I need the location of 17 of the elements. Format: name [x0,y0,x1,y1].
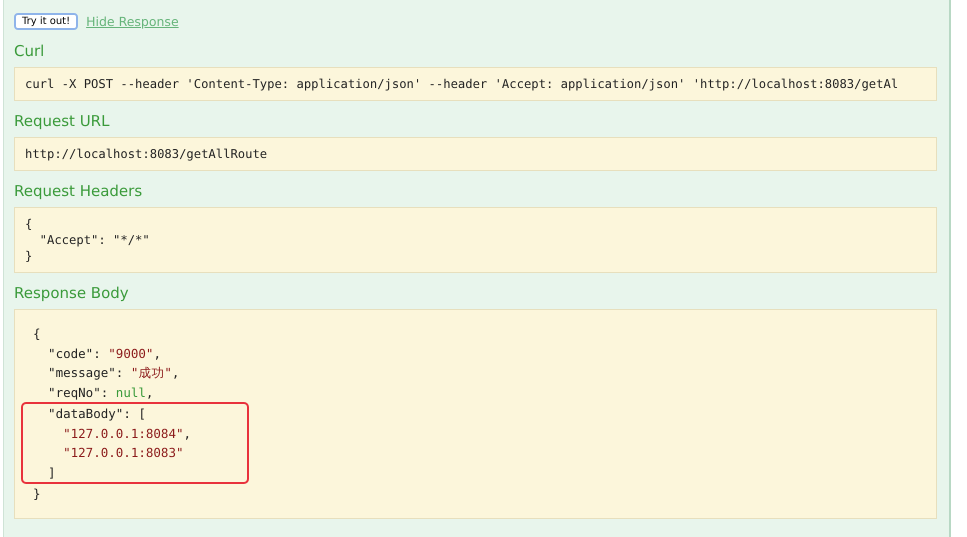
code-line: "code": "9000", [47,344,162,362]
code-line: "reqNo": null, [47,384,154,402]
section-heading: Response Body [14,284,130,302]
code-line: { [33,325,42,343]
section-heading: Curl [14,42,46,60]
code-block: http://localhost:8083/getAllRoute [14,137,937,171]
code-line: "dataBody": [ [47,405,147,423]
code-line: "message": "成功", [47,364,180,382]
code-line: "127.0.0.1:8083" [62,444,185,462]
code-line: ] [47,464,57,482]
section-heading: Request URL [14,112,110,130]
section-heading: Request Headers [14,182,144,200]
try-it-out-button[interactable]: Try it out! [14,12,78,30]
code-line: "127.0.0.1:8084", [62,424,192,442]
code-line: } [33,485,42,503]
code-block: curl -X POST --header 'Content-Type: application/json' --header 'Accept: application/json' 'http://localhost:8083/getAl [14,67,937,101]
code-block: { "Accept": "*/*" } [14,207,937,273]
